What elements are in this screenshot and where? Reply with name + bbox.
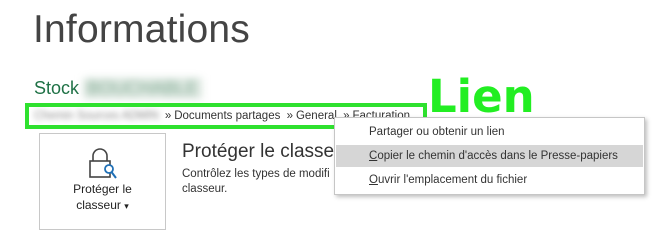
lock-key-icon xyxy=(87,148,117,185)
protect-section-description: Contrôlez les types de modifi classeur. xyxy=(182,168,330,195)
context-menu: Partager ou obtenir un lien Copier le ch… xyxy=(334,117,645,195)
menu-item-open-location[interactable]: Ouvrir l'emplacement du fichier xyxy=(336,169,643,191)
protect-workbook-label: Protéger le classeur ▾ xyxy=(40,181,165,214)
redacted-document-suffix: BOUCHABLE xyxy=(83,78,203,99)
document-name: Stock BOUCHABLE xyxy=(34,78,203,99)
menu-item-share-link[interactable]: Partager ou obtenir un lien xyxy=(336,121,643,143)
breadcrumb-separator: » xyxy=(164,110,172,122)
protect-label-line1: Protéger le xyxy=(73,182,132,196)
menu-item-open-location-label: uvrir l'emplacement du fichier xyxy=(377,174,528,186)
protect-workbook-button[interactable]: Protéger le classeur ▾ xyxy=(39,133,166,230)
breadcrumb-separator: » xyxy=(286,110,293,122)
breadcrumb-segment-general[interactable]: General xyxy=(296,110,337,122)
breadcrumb-root-redacted: Chemin Sources ADMIN xyxy=(34,110,159,122)
menu-item-share-link-label: Partager ou obtenir un lien xyxy=(369,126,505,138)
page-title: Informations xyxy=(33,8,250,51)
menu-item-copy-path[interactable]: Copier le chemin d'accès dans le Presse-… xyxy=(336,145,643,167)
protect-section-title: Protéger le classeur xyxy=(182,141,351,162)
breadcrumb-segment-documents[interactable]: Documents partages xyxy=(174,110,280,122)
chevron-down-icon: ▾ xyxy=(124,201,129,211)
menu-item-copy-path-label: opier le chemin d'accès dans le Presse-p… xyxy=(377,150,618,162)
menu-item-open-location-hotkey: O xyxy=(369,174,378,186)
document-name-text: Stock xyxy=(34,78,80,98)
protect-label-line2: classeur xyxy=(76,198,121,212)
